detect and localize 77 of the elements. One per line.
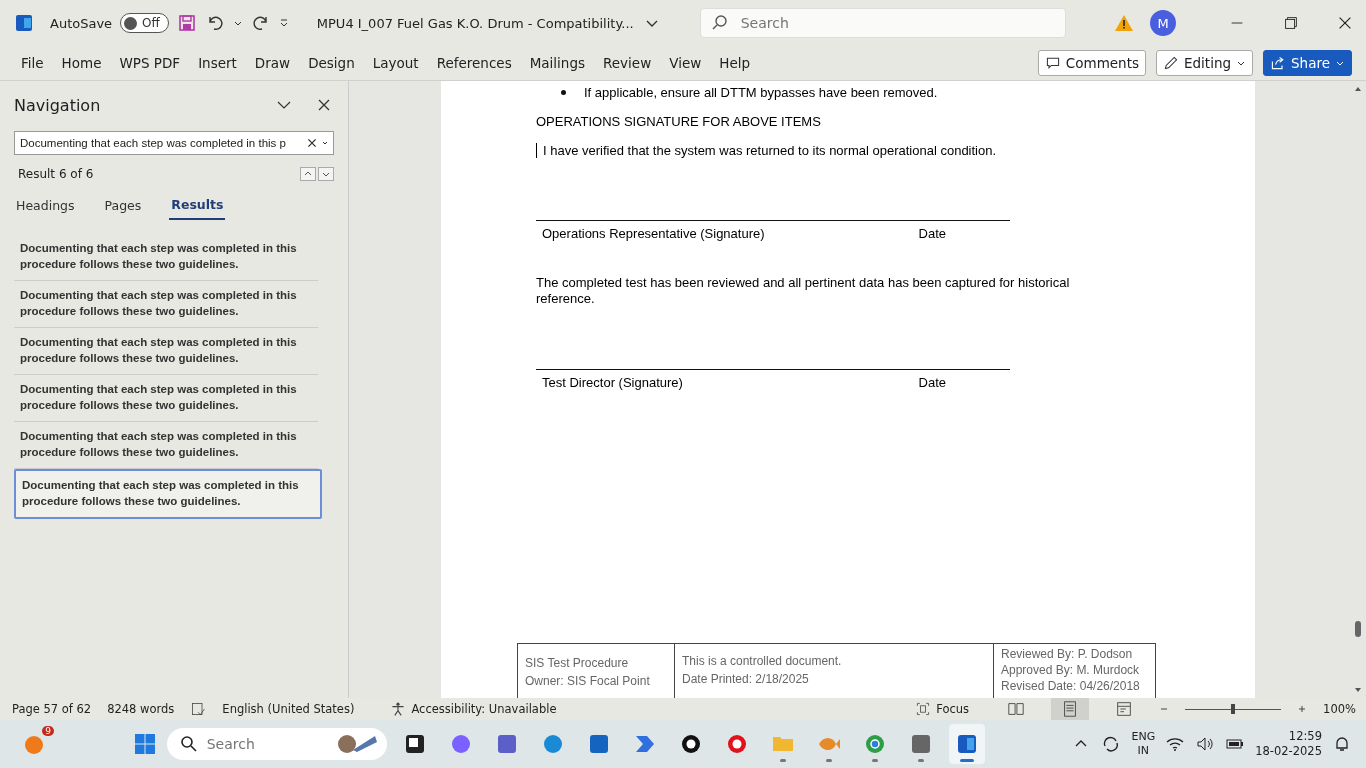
- language-indicator[interactable]: ENG IN: [1131, 730, 1156, 758]
- accessibility-status[interactable]: Accessibility: Unavailable: [390, 701, 557, 717]
- pencil-icon: [1163, 55, 1179, 71]
- print-layout-icon[interactable]: [1051, 698, 1090, 720]
- customize-icon[interactable]: [278, 18, 289, 28]
- statement-text: I have verified that the system was returned to its normal operational condition.: [536, 143, 1255, 158]
- restore-icon[interactable]: [1282, 14, 1300, 32]
- search-result[interactable]: Documenting that each step was completed in this procedure follows these two guidelines.: [14, 328, 318, 375]
- nav-search-field[interactable]: Documenting that each step was completed in this p: [14, 131, 334, 155]
- focus-icon: [915, 701, 932, 717]
- footer-text: This is a controlled document.: [682, 654, 843, 668]
- ribbon-tab[interactable]: Draw: [245, 48, 300, 78]
- comment-icon: [1044, 55, 1061, 71]
- ribbon-tab[interactable]: Help: [710, 48, 759, 78]
- next-result-button[interactable]: [318, 167, 334, 181]
- editing-button[interactable]: Editing: [1156, 50, 1254, 76]
- footer-text: Reviewed By: P. Dodson: [1001, 647, 1134, 661]
- search-icon: [178, 734, 199, 754]
- zoom-in-icon[interactable]: [1297, 704, 1308, 714]
- search-field[interactable]: Search: [699, 8, 1066, 38]
- signature-label: Test Director (Signature): [542, 375, 683, 390]
- section-heading: OPERATIONS SIGNATURE FOR ABOVE ITEMS: [536, 114, 822, 129]
- ribbon-tab[interactable]: Insert: [189, 48, 246, 78]
- focus-button[interactable]: Focus: [909, 700, 976, 718]
- ribbon-tab[interactable]: File: [12, 48, 53, 78]
- accessibility-icon: [390, 701, 407, 717]
- signature-label: Operations Representative (Signature): [542, 226, 765, 241]
- page-count[interactable]: Page 57 of 62: [12, 702, 92, 716]
- pane-title: Navigation: [14, 95, 102, 115]
- search-result[interactable]: Documenting that each step was completed in this procedure follows these two guidelines.: [14, 469, 322, 519]
- start-icon[interactable]: [132, 732, 157, 756]
- date-label: Date: [918, 226, 946, 241]
- footer-text: Date Printed: 2/18/2025: [682, 672, 810, 686]
- comments-button[interactable]: Comments: [1037, 50, 1146, 76]
- word-logo-icon: [14, 13, 34, 33]
- pane-tab[interactable]: Pages: [102, 193, 144, 220]
- review-note: The completed test has been reviewed and all pertinent data has been captured for historical reference.: [536, 275, 1071, 307]
- autosave-toggle[interactable]: Off: [120, 13, 169, 33]
- footer-text: Approved By: M. Murdock: [1001, 663, 1141, 677]
- ribbon-tab[interactable]: Mailings: [520, 48, 594, 78]
- pane-tab[interactable]: Headings: [14, 193, 77, 220]
- taskbar-search-field[interactable]: Search: [166, 728, 387, 760]
- previous-result-button[interactable]: [300, 167, 316, 181]
- document-title: MPU4 I_007 Fuel Gas K.O. Drum - Compatibility...: [316, 15, 634, 31]
- zoom-level[interactable]: 100%: [1323, 702, 1356, 716]
- ribbon-tab[interactable]: WPS PDF: [110, 48, 190, 78]
- ribbon-tab[interactable]: References: [427, 48, 521, 78]
- clear-icon[interactable]: [306, 137, 318, 149]
- notification-badge: 9: [42, 726, 54, 736]
- save-icon[interactable]: [176, 13, 197, 33]
- zoom-slider[interactable]: [1185, 703, 1282, 715]
- pane-tab[interactable]: Results: [169, 193, 226, 220]
- avatar[interactable]: M: [1150, 10, 1176, 36]
- ribbon-tab[interactable]: View: [660, 48, 711, 78]
- proofing-icon[interactable]: [190, 701, 207, 717]
- language-status[interactable]: English (United States): [222, 702, 355, 716]
- scrollbar-thumb[interactable]: [1355, 621, 1361, 637]
- search-result[interactable]: Documenting that each step was completed in this procedure follows these two guidelines.: [14, 375, 318, 422]
- footer-text: SIS Test Procedure: [525, 656, 630, 670]
- result-count: Result 6 of 6: [18, 167, 94, 181]
- ribbon-tab[interactable]: Home: [52, 48, 111, 78]
- warning-icon[interactable]: [1114, 13, 1134, 33]
- footer-text: Revised Date: 04/26/2018: [1001, 679, 1141, 693]
- word-count[interactable]: 8248 words: [107, 702, 175, 716]
- bullet-text: If applicable, ensure all DTTM bypasses have been removed.: [584, 85, 938, 100]
- search-result[interactable]: Documenting that each step was completed in this procedure follows these two guidelines.: [14, 281, 318, 328]
- ribbon-tab[interactable]: Layout: [363, 48, 428, 78]
- footer-text: Owner: SIS Focal Point: [525, 674, 651, 688]
- ribbon-tab[interactable]: Review: [594, 48, 661, 78]
- ribbon-tab[interactable]: Design: [299, 48, 364, 78]
- date-label: Date: [918, 375, 946, 390]
- share-button[interactable]: Share: [1263, 50, 1352, 76]
- bullet-icon: [561, 90, 566, 95]
- search-result[interactable]: Documenting that each step was completed in this procedure follows these two guidelines.: [14, 234, 318, 281]
- clock[interactable]: 12:59 18-02-2025: [1255, 729, 1322, 759]
- zoom-thumb[interactable]: [1231, 704, 1236, 714]
- autosave-label: AutoSave: [50, 15, 113, 31]
